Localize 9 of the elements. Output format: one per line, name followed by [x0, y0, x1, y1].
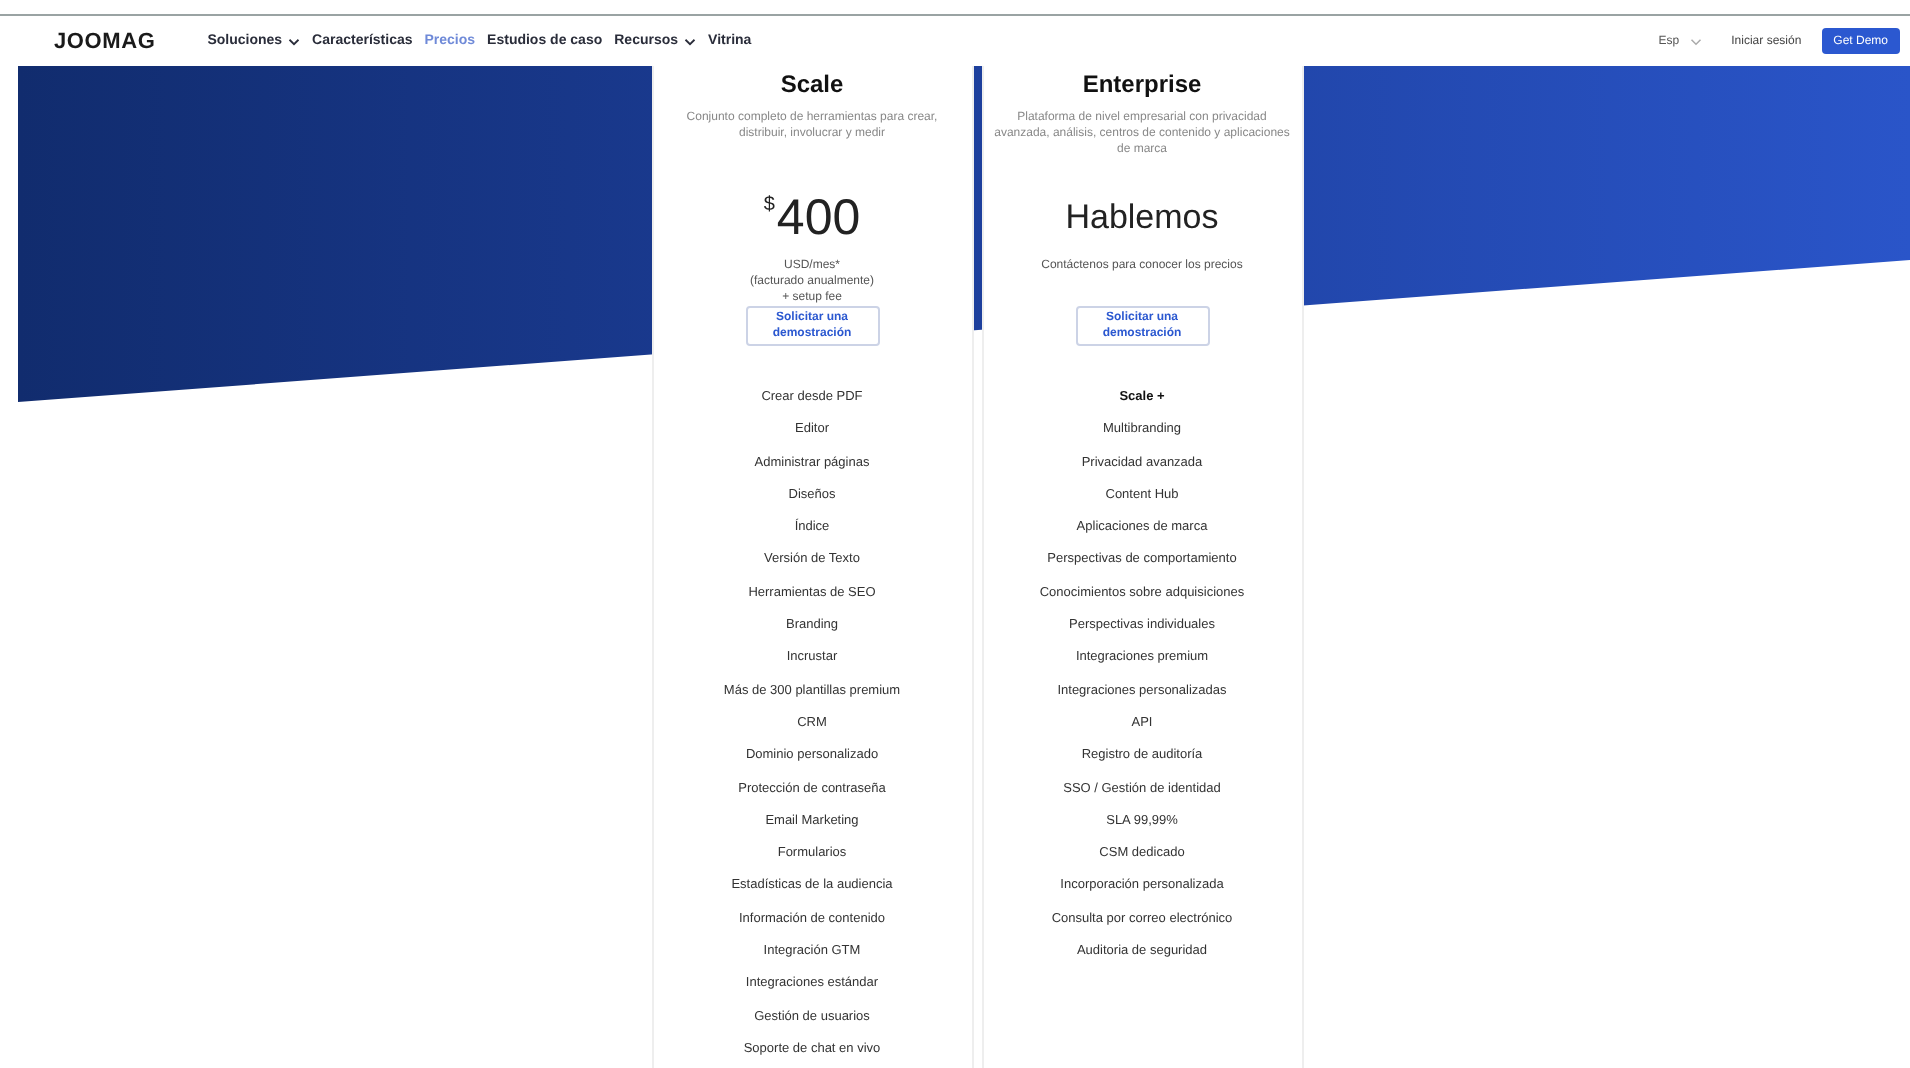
chevron-icon	[288, 37, 301, 45]
plan-title: Enterprise	[1082, 70, 1202, 98]
logo[interactable]: JOOMAG	[54, 29, 156, 53]
plan-headline: Hablemos	[1065, 196, 1219, 240]
chevron-icon	[1689, 37, 1702, 45]
plan-title: Scale	[780, 70, 844, 98]
chevron-icon	[684, 37, 697, 45]
currency-symbol: $	[763, 194, 775, 216]
price: 400	[776, 188, 861, 248]
